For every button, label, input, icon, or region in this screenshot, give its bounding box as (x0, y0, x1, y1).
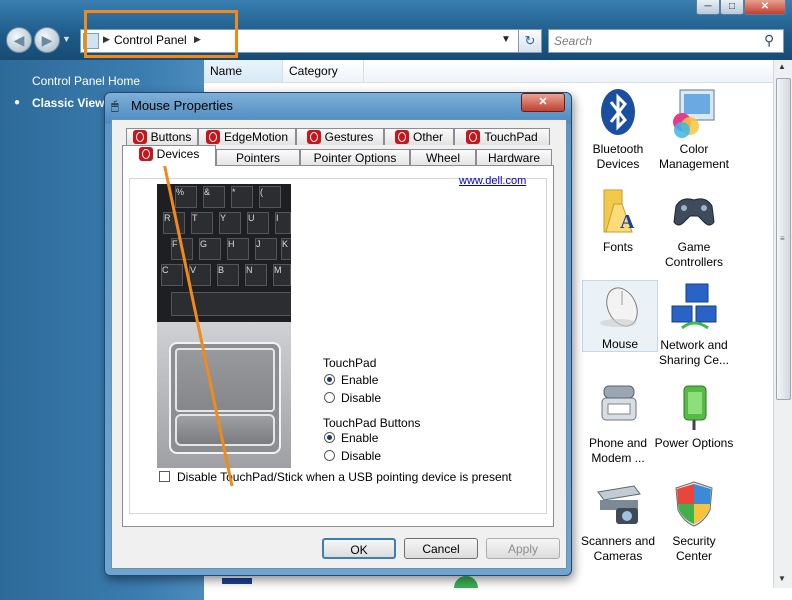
dell-logo-icon (138, 147, 153, 161)
tab-devices-label: Devices (156, 147, 200, 161)
annotation-arrow (161, 157, 234, 487)
tab-devices[interactable]: Devices (122, 145, 216, 166)
